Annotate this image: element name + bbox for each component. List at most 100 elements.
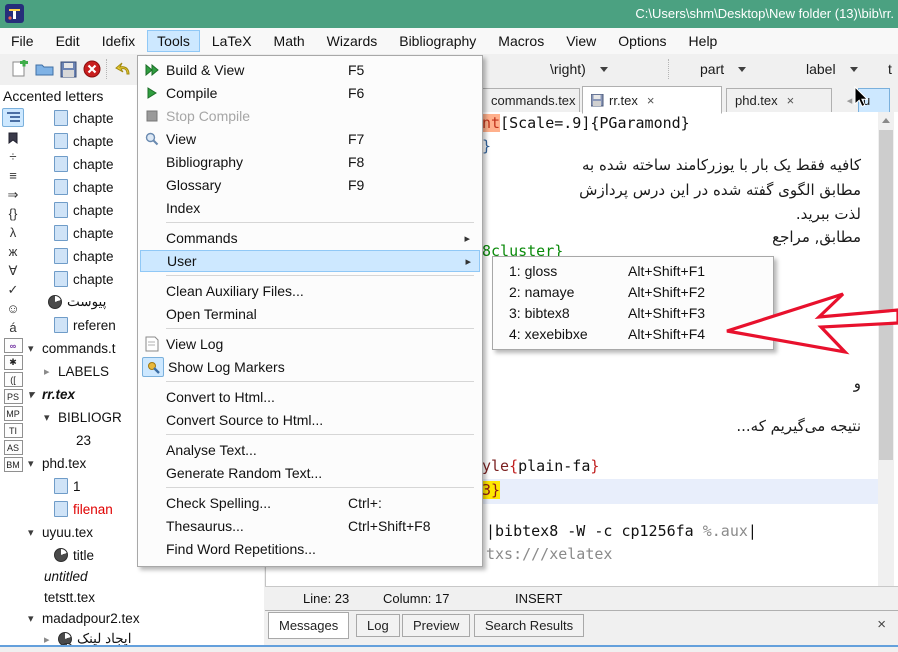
menu-macros[interactable]: Macros xyxy=(488,30,554,52)
sidebar-panel-header[interactable]: Accented letters xyxy=(3,88,103,104)
menu-item-generate-random-text[interactable]: Generate Random Text... xyxy=(140,462,478,484)
menu-latex[interactable]: LaTeX xyxy=(202,30,262,52)
tree-item-section[interactable]: title xyxy=(54,545,94,565)
menu-item-index[interactable]: Index xyxy=(140,197,478,219)
expand-icon[interactable]: ▾ xyxy=(28,526,42,539)
collapse-icon[interactable]: ▸ xyxy=(44,365,58,378)
tab-preview[interactable]: Preview xyxy=(402,614,470,637)
tree-item-document[interactable]: ▾commands.t xyxy=(28,338,116,358)
tree-item-current-document[interactable]: ▾rr.tex xyxy=(28,384,75,404)
greek-icon[interactable]: λ xyxy=(3,224,23,241)
misc-text-icon[interactable]: ✓ xyxy=(3,281,23,298)
open-file-icon[interactable] xyxy=(32,57,56,81)
menu-math[interactable]: Math xyxy=(264,30,315,52)
close-file-icon[interactable] xyxy=(80,57,104,81)
beamer-icon[interactable]: BM xyxy=(4,457,23,472)
menu-tools[interactable]: Tools xyxy=(147,30,200,52)
menu-view[interactable]: View xyxy=(556,30,606,52)
submenu-item-gloss[interactable]: 1: glossAlt+Shift+F1 xyxy=(495,260,769,281)
menu-item-convert-to-html[interactable]: Convert to Html... xyxy=(140,386,478,408)
infinity-icon[interactable]: ∞ xyxy=(4,338,23,353)
tree-item-include[interactable]: referen xyxy=(54,315,116,335)
misc-math-icon[interactable]: ∀ xyxy=(3,262,23,279)
tree-item-include[interactable]: chapte xyxy=(54,108,114,128)
tree-item-section[interactable]: پیوست xyxy=(48,292,106,312)
menu-item-open-terminal[interactable]: Open Terminal xyxy=(140,303,478,325)
clipped-dropdown[interactable]: t xyxy=(888,58,892,80)
expand-icon[interactable]: ▾ xyxy=(28,388,42,401)
misc-symbols-icon[interactable]: ☺ xyxy=(3,300,23,317)
menu-item-compile[interactable]: CompileF6 xyxy=(140,82,478,104)
tree-item-section[interactable]: ▸ایجاد لینک xyxy=(44,629,131,645)
pstricks-icon[interactable]: PS xyxy=(4,389,23,404)
cyrillic-icon[interactable]: ж xyxy=(3,243,23,260)
tree-item-line[interactable]: 23 xyxy=(76,430,91,450)
status-mode[interactable]: INSERT xyxy=(515,591,562,606)
expand-icon[interactable]: ▾ xyxy=(28,457,42,470)
tree-item-include[interactable]: chapte xyxy=(54,223,114,243)
accented-letters-icon[interactable]: á xyxy=(3,319,23,336)
tree-item-include[interactable]: chapte xyxy=(54,246,114,266)
collapse-icon[interactable]: ▸ xyxy=(44,633,58,646)
menu-item-find-word-repetitions[interactable]: Find Word Repetitions... xyxy=(140,538,478,560)
menu-item-check-spelling[interactable]: Check Spelling...Ctrl+: xyxy=(140,492,478,514)
tree-item-untitled-document[interactable]: untitled xyxy=(44,566,88,586)
menu-bibliography[interactable]: Bibliography xyxy=(389,30,486,52)
tree-item-include[interactable]: chapte xyxy=(54,200,114,220)
asymptote-icon[interactable]: AS xyxy=(4,440,23,455)
menu-item-convert-source-to-html[interactable]: Convert Source to Html... xyxy=(140,409,478,431)
close-icon[interactable]: × xyxy=(647,93,655,108)
menu-idefix[interactable]: Idefix xyxy=(92,30,145,52)
tree-item-include[interactable]: chapte xyxy=(54,177,114,197)
tab-phd-tex[interactable]: phd.tex × xyxy=(726,88,832,113)
close-panel-icon[interactable]: × xyxy=(877,616,886,633)
menu-item-clean-auxiliary[interactable]: Clean Auxiliary Files... xyxy=(140,280,478,302)
tab-rr-tex[interactable]: rr.tex × xyxy=(582,86,722,114)
tree-item-labels[interactable]: ▸LABELS xyxy=(44,361,109,381)
asterisk-icon[interactable]: ✱ xyxy=(4,355,23,370)
menu-item-glossary[interactable]: GlossaryF9 xyxy=(140,174,478,196)
menu-edit[interactable]: Edit xyxy=(46,30,90,52)
tree-item-missing-file[interactable]: filenan xyxy=(54,499,113,519)
tab-commands-tex[interactable]: commands.tex × xyxy=(482,88,580,113)
menu-item-bibliography[interactable]: BibliographyF8 xyxy=(140,151,478,173)
tree-item-include[interactable]: 1 xyxy=(54,476,81,496)
tree-item-document[interactable]: tetstt.tex xyxy=(44,587,95,607)
arrows-icon[interactable]: ⇒ xyxy=(3,186,23,203)
tree-item-document[interactable]: ▾uyuu.tex xyxy=(28,522,93,542)
structure-jump-dropdown[interactable]: \right) xyxy=(550,58,608,80)
tab-search-results[interactable]: Search Results xyxy=(474,614,584,637)
save-icon[interactable] xyxy=(56,57,80,81)
scrollbar-up-icon[interactable] xyxy=(882,118,890,123)
tab-log[interactable]: Log xyxy=(356,614,400,637)
tikz-icon[interactable]: TI xyxy=(4,423,23,438)
expand-icon[interactable]: ▾ xyxy=(28,342,42,355)
close-icon[interactable]: × xyxy=(787,93,795,108)
expand-icon[interactable]: ▾ xyxy=(44,411,58,424)
structure-icon[interactable] xyxy=(2,108,24,127)
new-file-icon[interactable] xyxy=(8,57,32,81)
ref-dropdown[interactable]: label xyxy=(806,58,858,80)
menu-item-view[interactable]: ViewF7 xyxy=(140,128,478,150)
menu-item-analyse-text[interactable]: Analyse Text... xyxy=(140,439,478,461)
menu-help[interactable]: Help xyxy=(679,30,728,52)
tree-item-document[interactable]: ▾madadpour2.tex xyxy=(28,608,140,628)
tree-item-include[interactable]: chapte xyxy=(54,154,114,174)
menu-item-build-view[interactable]: Build & ViewF5 xyxy=(140,59,478,81)
tree-item-include[interactable]: chapte xyxy=(54,269,114,289)
tree-item-bibliography[interactable]: ▾BIBLIOGR xyxy=(44,407,122,427)
menu-wizards[interactable]: Wizards xyxy=(317,30,388,52)
menu-item-show-log-markers[interactable]: Show Log Markers xyxy=(140,356,478,378)
delimiters-icon[interactable]: {} xyxy=(3,205,23,222)
tree-item-include[interactable]: chapte xyxy=(54,131,114,151)
sectioning-dropdown[interactable]: part xyxy=(700,58,746,80)
metapost-icon[interactable]: MP xyxy=(4,406,23,421)
menu-item-thesaurus[interactable]: Thesaurus...Ctrl+Shift+F8 xyxy=(140,515,478,537)
menu-file[interactable]: File xyxy=(1,30,44,52)
menu-item-user[interactable]: User ▸ xyxy=(140,250,480,272)
tree-item-document[interactable]: ▾phd.tex xyxy=(28,453,86,473)
expand-icon[interactable]: ▾ xyxy=(28,612,42,625)
menu-item-view-log[interactable]: View Log xyxy=(140,333,478,355)
bookmarks-icon[interactable] xyxy=(3,129,23,146)
menu-item-commands[interactable]: Commands ▸ xyxy=(140,227,478,249)
